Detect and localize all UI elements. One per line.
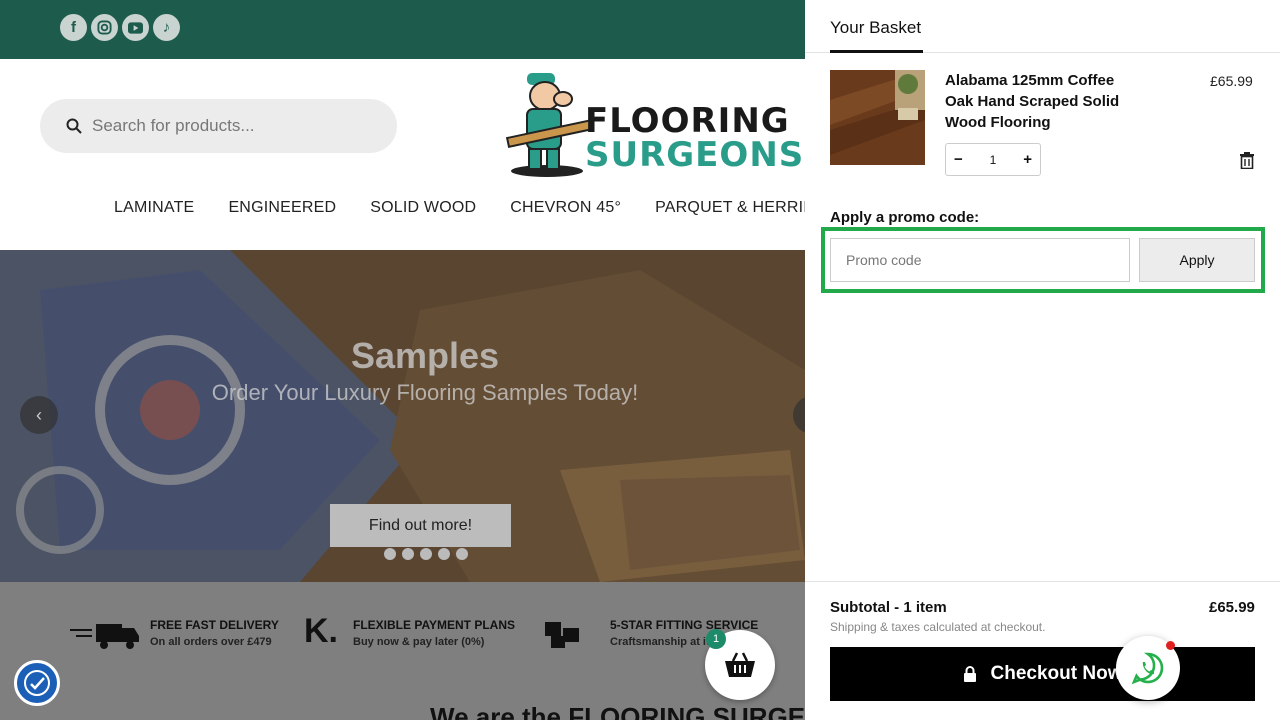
hero-title: Samples [350,335,500,376]
nav-solid-wood[interactable]: SOLID WOOD [370,199,476,217]
basket-title: Your Basket [830,18,922,37]
accessibility-icon[interactable] [14,660,60,706]
promo-apply-button[interactable]: Apply [1139,238,1255,282]
tiktok-icon[interactable]: ♪ [153,14,180,41]
facebook-icon[interactable]: f [60,14,87,41]
product-price: £65.99 [1210,73,1253,89]
quantity-decrease-button[interactable]: − [954,151,963,168]
quantity-value[interactable]: 1 [990,153,997,167]
usp-delivery: FREE FAST DELIVERY On all orders over £4… [150,618,279,648]
carousel-dot[interactable] [456,548,468,560]
carousel-dot[interactable] [402,548,414,560]
notification-dot [1166,641,1175,650]
promo-label: Apply a promo code: [830,209,980,226]
basket-header: Your Basket [805,0,1280,53]
checkout-label: Checkout Now [990,663,1123,684]
basket-footer: Subtotal - 1 item £65.99 Shipping & taxe… [805,581,1280,720]
site-logo[interactable]: FLOORING SURGEONS [505,71,803,179]
delivery-truck-icon [70,624,139,649]
usp-subtitle: Buy now & pay later (0%) [353,636,485,648]
logo-text-surgeons: SURGEONS [585,135,805,175]
search-placeholder: Search for products... [92,116,255,135]
lock-icon [963,666,976,682]
usp-strip: FREE FAST DELIVERY On all orders over £4… [0,582,805,720]
search-icon [66,118,82,134]
whatsapp-icon [1131,652,1164,685]
cart-count-badge: 1 [706,629,726,649]
youtube-icon[interactable] [122,14,149,41]
subtotal-value: £65.99 [1209,599,1255,616]
klarna-icon: K. [304,612,338,650]
basket-drawer: Your Basket Alabama 125mm Coffee Oak Han… [805,0,1280,720]
surgeon-mascot [505,73,595,177]
carousel-dot[interactable] [438,548,450,560]
main-nav: LAMINATE ENGINEERED SOLID WOOD CHEVRON 4… [114,199,874,217]
quantity-increase-button[interactable]: + [1023,151,1032,168]
nav-engineered[interactable]: ENGINEERED [228,199,336,217]
trash-icon[interactable] [1239,152,1255,169]
carousel-dot[interactable] [384,548,396,560]
search-bar[interactable]: Search for products... [40,99,397,153]
usp-title: FREE FAST DELIVERY [150,618,279,632]
usp-payment: FLEXIBLE PAYMENT PLANS Buy now & pay lat… [353,618,515,648]
hero-subtitle: Order Your Luxury Flooring Samples Today… [211,380,639,405]
subtotal-label: Subtotal - 1 item [830,599,947,616]
quantity-stepper: − 1 + [945,143,1041,176]
product-name[interactable]: Alabama 125mm Coffee Oak Hand Scraped So… [945,70,1145,133]
checkout-button[interactable]: Checkout Now [830,647,1255,701]
instagram-icon[interactable] [91,14,118,41]
carousel-dots [384,548,468,560]
about-heading: We are the FLOORING SURGEONS [430,702,862,720]
carousel-dot[interactable] [420,548,432,560]
usp-subtitle: On all orders over £479 [150,636,272,648]
basket-icon [725,652,755,677]
basket-title-underline [830,50,923,53]
nav-laminate[interactable]: LAMINATE [114,199,194,217]
hero-cta-button[interactable]: Find out more! [330,504,511,547]
hero-banner: Samples Order Your Luxury Flooring Sampl… [0,250,805,582]
nav-chevron[interactable]: CHEVRON 45° [510,199,621,217]
shipping-note: Shipping & taxes calculated at checkout. [830,620,1046,634]
promo-code-input[interactable] [830,238,1130,282]
carousel-prev-button[interactable]: ‹ [20,396,58,434]
usp-title: FLEXIBLE PAYMENT PLANS [353,618,516,632]
product-thumbnail[interactable] [830,70,925,165]
puzzle-icon [545,622,579,648]
